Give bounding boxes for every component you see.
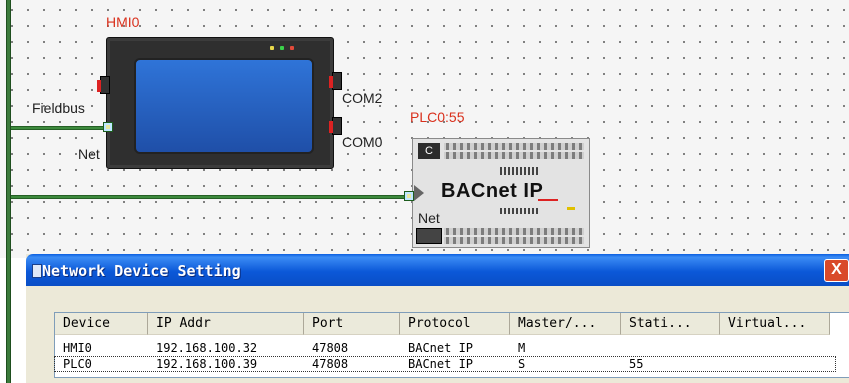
ip-cell: 192.168.100.32	[156, 341, 258, 355]
network-device-setting-dialog: Network Device Setting X Device IP Addr …	[26, 254, 849, 383]
terminal-strip	[444, 237, 584, 244]
status-led-icon	[270, 46, 274, 50]
hmi-net-port-label: Net	[78, 146, 100, 162]
plc-net-wire[interactable]	[11, 195, 404, 199]
column-header-virtual[interactable]: Virtual...	[720, 313, 830, 335]
fieldbus-port-icon[interactable]	[97, 76, 110, 94]
arrow-icon	[414, 185, 424, 201]
device-cell: PLC0	[63, 357, 92, 371]
network-bus-rail[interactable]	[6, 0, 11, 383]
terminal-strip	[444, 143, 584, 150]
plc-net-port-label: Net	[418, 210, 440, 226]
status-led-icon	[567, 207, 575, 210]
plc-model-underline	[538, 199, 558, 201]
plc-model-label: BACnet IP	[441, 180, 544, 202]
protocol-cell: BACnet IP	[408, 341, 474, 355]
terminal-strip	[444, 228, 584, 235]
com0-port-icon[interactable]	[329, 117, 342, 135]
hmi-screen	[134, 58, 314, 154]
station-cell: 55	[629, 357, 644, 371]
column-header-ip-addr[interactable]: IP Addr	[148, 313, 304, 335]
dialog-titlebar[interactable]: Network Device Setting X	[26, 254, 849, 286]
ip-cell: 192.168.100.39	[156, 357, 258, 371]
close-button[interactable]: X	[824, 259, 849, 282]
hmi-net-wire[interactable]	[11, 126, 103, 130]
com2-port-icon[interactable]	[329, 72, 342, 90]
column-header-device[interactable]: Device	[55, 313, 148, 335]
table-row[interactable]: PLC0 192.168.100.39 47808 BACnet IP S 55	[54, 356, 836, 372]
column-header-port[interactable]: Port	[304, 313, 400, 335]
master-cell: S	[518, 357, 526, 371]
plc-badge: C	[418, 143, 440, 159]
hmi-name-label: HMI0	[106, 14, 140, 30]
terminal-strip	[444, 152, 584, 159]
column-header-master[interactable]: Master/...	[510, 313, 621, 335]
port-cell: 47808	[312, 357, 349, 371]
io-indicator-icon	[500, 167, 540, 175]
fieldbus-port-label: Fieldbus	[32, 100, 85, 116]
master-cell: M	[518, 341, 526, 355]
com0-port-label: COM0	[342, 134, 383, 150]
column-header-protocol[interactable]: Protocol	[400, 313, 510, 335]
device-cell: HMI0	[63, 341, 92, 355]
column-header-station[interactable]: Stati...	[621, 313, 720, 335]
table-row[interactable]: HMI0 192.168.100.32 47808 BACnet IP M	[55, 341, 835, 355]
window-icon	[32, 264, 42, 278]
plc-net-port-icon[interactable]	[404, 191, 414, 201]
connector-icon	[416, 228, 442, 244]
port-cell: 47808	[312, 341, 349, 355]
io-indicator-icon	[500, 208, 540, 214]
protocol-cell: BACnet IP	[408, 357, 474, 371]
hmi-net-port-icon[interactable]	[103, 122, 113, 132]
com2-port-label: COM2	[342, 90, 383, 106]
status-led-icon	[290, 46, 294, 50]
status-led-icon	[280, 46, 284, 50]
device-list[interactable]: Device IP Addr Port Protocol Master/... …	[54, 312, 849, 378]
dialog-title: Network Device Setting	[42, 262, 241, 280]
plc-name-label: PLC0:55	[410, 109, 465, 125]
